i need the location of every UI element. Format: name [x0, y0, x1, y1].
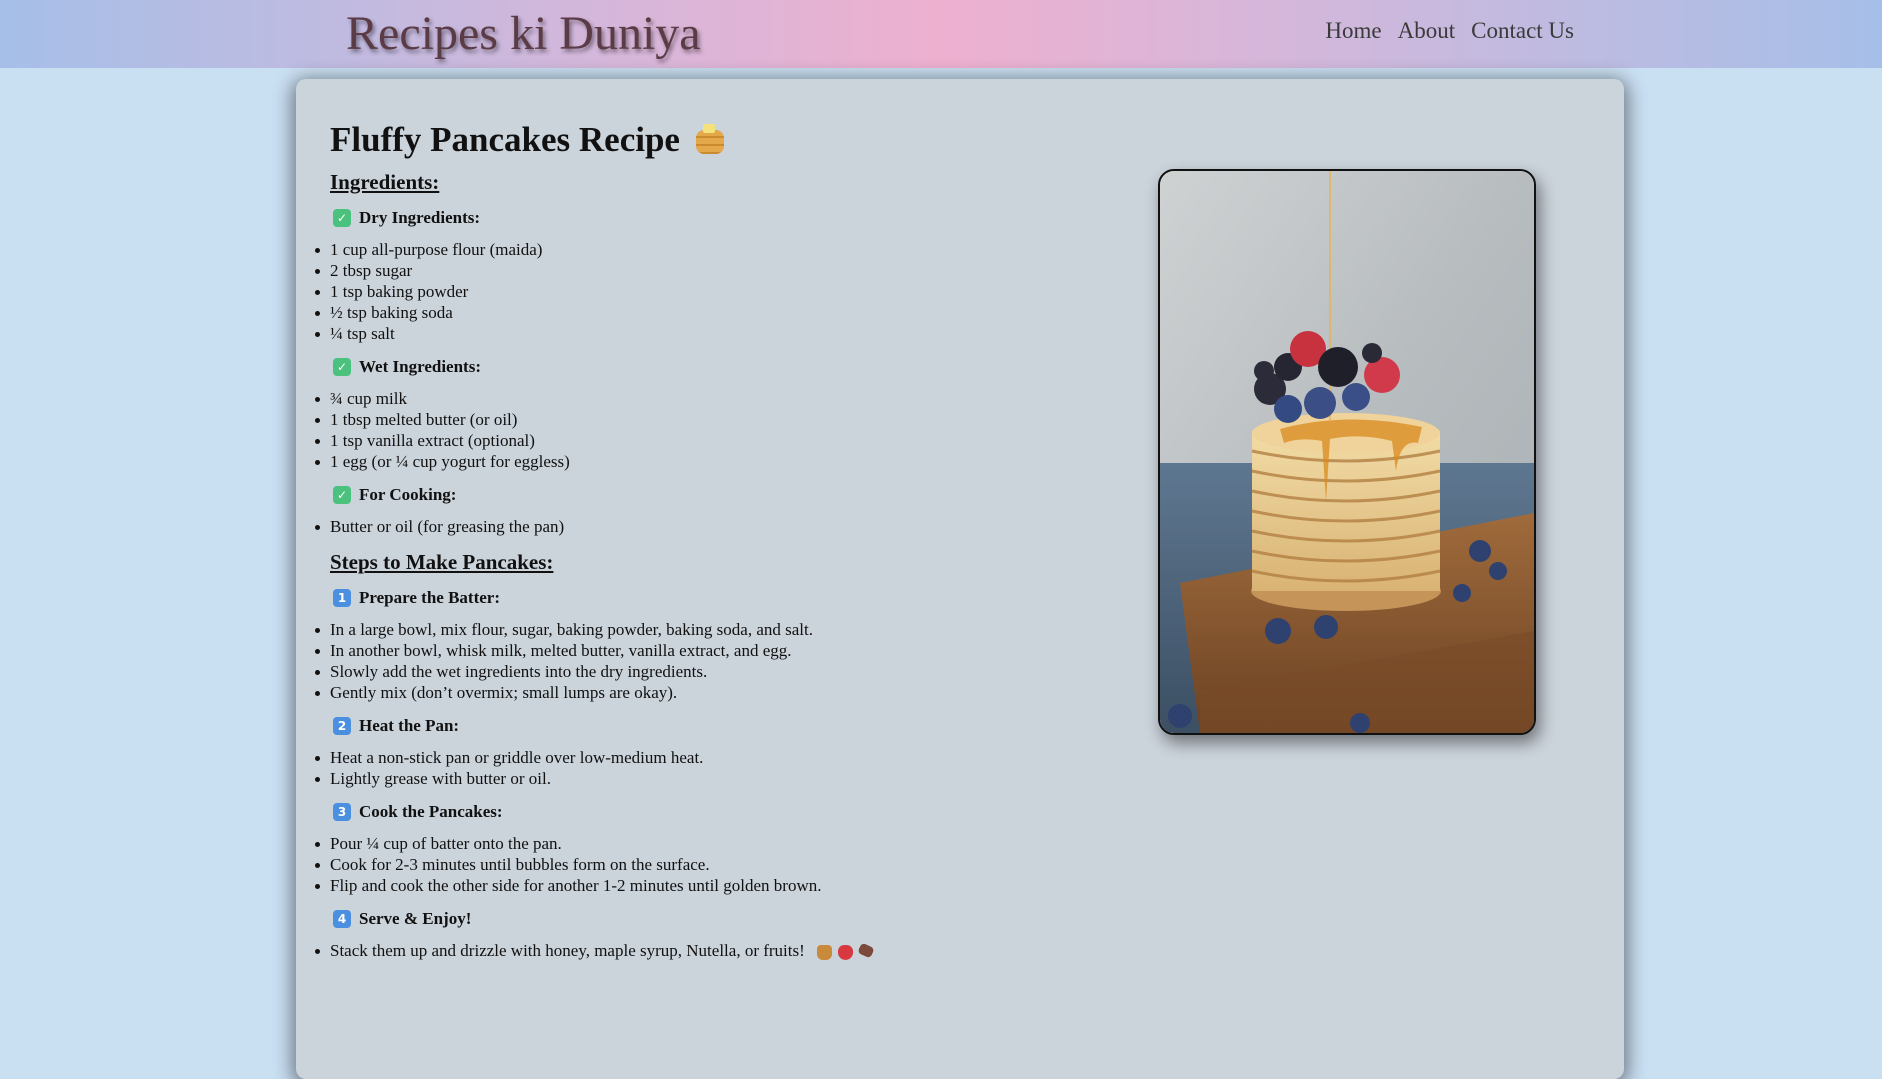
list-item: In a large bowl, mix flour, sugar, bakin… [315, 619, 1050, 640]
list-item: 2 tbsp sugar [315, 260, 1050, 281]
dry-ingredients-list: 1 cup all-purpose flour (maida) 2 tbsp s… [315, 239, 1050, 344]
check-mark-icon: ✓ [333, 486, 351, 504]
step-1-label: Prepare the Batter: [359, 588, 500, 607]
list-item: 1 cup all-purpose flour (maida) [315, 239, 1050, 260]
recipe-card: Fluffy Pancakes Recipe Ingredients: ✓ Dr… [296, 79, 1624, 1079]
wet-ingredients-label: Wet Ingredients: [359, 357, 481, 376]
step-1-heading: 1 Prepare the Batter: [330, 587, 1050, 609]
list-item: Gently mix (don’t overmix; small lumps a… [315, 682, 1050, 703]
pancake-stack-photo [1158, 169, 1536, 735]
list-item: In another bowl, whisk milk, melted butt… [315, 640, 1050, 661]
step-3-heading: 3 Cook the Pancakes: [330, 801, 1050, 823]
list-item: ¾ cup milk [315, 388, 1050, 409]
keycap-3-icon: 3 [333, 803, 351, 821]
nav-link-about[interactable]: About [1398, 18, 1456, 44]
dry-ingredients-label: Dry Ingredients: [359, 208, 481, 227]
list-item: ½ tsp baking soda [315, 302, 1050, 323]
list-item: Pour ¼ cup of batter onto the pan. [315, 833, 1050, 854]
list-item: Butter or oil (for greasing the pan) [315, 516, 1050, 537]
nav-link-contact-us[interactable]: Contact Us [1471, 18, 1574, 44]
serve-text: Stack them up and drizzle with honey, ma… [330, 941, 805, 960]
for-cooking-heading: ✓ For Cooking: [330, 484, 1050, 506]
list-item: Cook for 2-3 minutes until bubbles form … [315, 854, 1050, 875]
pancakes-icon [694, 124, 724, 156]
ingredients-heading: Ingredients: [330, 170, 440, 194]
steps-heading: Steps to Make Pancakes: [330, 550, 554, 574]
step-4-label: Serve & Enjoy! [359, 909, 472, 928]
list-item: Heat a non-stick pan or griddle over low… [315, 747, 1050, 768]
list-item: 1 tbsp melted butter (or oil) [315, 409, 1050, 430]
recipe-title: Fluffy Pancakes Recipe [330, 117, 1050, 163]
step-3-list: Pour ¼ cup of batter onto the pan. Cook … [315, 833, 1050, 896]
step-1-list: In a large bowl, mix flour, sugar, bakin… [315, 619, 1050, 703]
check-mark-icon: ✓ [333, 358, 351, 376]
list-item: 1 tsp vanilla extract (optional) [315, 430, 1050, 451]
check-mark-icon: ✓ [333, 209, 351, 227]
chocolate-bar-icon [857, 942, 875, 959]
keycap-4-icon: 4 [333, 910, 351, 928]
step-4-heading: 4 Serve & Enjoy! [330, 908, 1050, 930]
for-cooking-label: For Cooking: [359, 485, 457, 504]
honey-pot-icon [817, 944, 833, 960]
serve-emojis [817, 942, 875, 960]
recipe-title-text: Fluffy Pancakes Recipe [330, 120, 680, 159]
list-item: ¼ tsp salt [315, 323, 1050, 344]
list-item: Flip and cook the other side for another… [315, 875, 1050, 896]
list-item: Stack them up and drizzle with honey, ma… [315, 940, 1050, 961]
list-item: Slowly add the wet ingredients into the … [315, 661, 1050, 682]
step-2-label: Heat the Pan: [359, 716, 460, 735]
keycap-2-icon: 2 [333, 717, 351, 735]
nav-link-home[interactable]: Home [1325, 18, 1381, 44]
step-2-list: Heat a non-stick pan or griddle over low… [315, 747, 1050, 789]
site-brand[interactable]: Recipes ki Duniya [346, 6, 701, 61]
recipe-content: Fluffy Pancakes Recipe Ingredients: ✓ Dr… [315, 117, 1050, 961]
step-3-label: Cook the Pancakes: [359, 802, 503, 821]
dry-ingredients-heading: ✓ Dry Ingredients: [330, 207, 1050, 229]
list-item: Lightly grease with butter or oil. [315, 768, 1050, 789]
list-item: 1 tsp baking powder [315, 281, 1050, 302]
step-2-heading: 2 Heat the Pan: [330, 715, 1050, 737]
site-header: Recipes ki Duniya Home About Contact Us [0, 0, 1882, 68]
step-4-list: Stack them up and drizzle with honey, ma… [315, 940, 1050, 961]
keycap-1-icon: 1 [333, 589, 351, 607]
for-cooking-list: Butter or oil (for greasing the pan) [315, 516, 1050, 537]
wet-ingredients-list: ¾ cup milk 1 tbsp melted butter (or oil)… [315, 388, 1050, 472]
pancake-stack-illustration [1160, 171, 1534, 733]
list-item: 1 egg (or ¼ cup yogurt for eggless) [315, 451, 1050, 472]
wet-ingredients-heading: ✓ Wet Ingredients: [330, 356, 1050, 378]
strawberry-icon [838, 944, 854, 960]
main-nav: Home About Contact Us [1325, 18, 1574, 44]
